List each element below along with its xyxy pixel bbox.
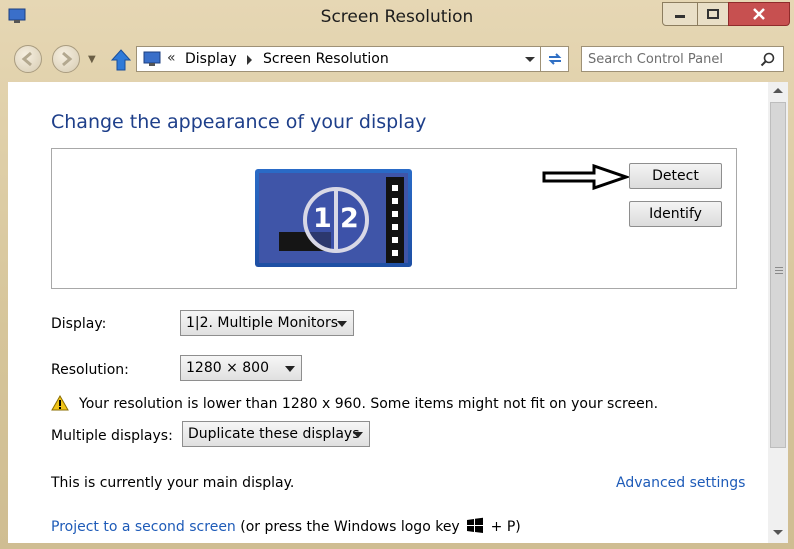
resolution-warning: Your resolution is lower than 1280 x 960… (79, 396, 659, 412)
monitor-preview[interactable]: 1 2 (255, 169, 412, 267)
page-title: Change the appearance of your display (51, 111, 427, 133)
maximize-button[interactable] (697, 2, 729, 26)
recent-pages-dropdown[interactable]: ▼ (88, 54, 96, 65)
breadcrumb-separator[interactable] (247, 55, 252, 65)
display-select[interactable]: 1|2. Multiple Monitors (180, 310, 354, 336)
scroll-down-icon[interactable] (773, 530, 783, 535)
multiple-displays-label: Multiple displays: (51, 428, 173, 444)
resolution-select[interactable]: 1280 × 800 (180, 355, 302, 381)
chevron-down-icon (337, 321, 347, 327)
multiple-displays-select[interactable]: Duplicate these displays (182, 421, 370, 447)
scrollbar-thumb[interactable] (770, 102, 786, 448)
back-icon (21, 51, 32, 67)
up-arrow-icon[interactable] (110, 48, 132, 72)
advanced-settings-link[interactable]: Advanced settings (616, 475, 745, 491)
project-row: Project to a second screen (or press the… (51, 517, 521, 535)
monitor-number-1: 1 (313, 203, 332, 234)
breadcrumb-display[interactable]: Display (185, 51, 237, 67)
minimize-button[interactable] (662, 2, 698, 26)
display-preview: 1 2 Detect Identify (51, 148, 737, 289)
maximize-icon (707, 9, 719, 19)
project-second-screen-link[interactable]: Project to a second screen (51, 519, 236, 535)
vertical-scrollbar[interactable] (768, 82, 788, 543)
multiple-displays-select-value: Duplicate these displays (188, 426, 360, 442)
minimize-icon (675, 15, 685, 18)
breadcrumb-screen-resolution[interactable]: Screen Resolution (263, 51, 389, 67)
display-app-icon (143, 51, 161, 66)
monitor-sidebar (386, 177, 404, 263)
content-pane: Change the appearance of your display 1 … (8, 82, 768, 543)
display-select-value: 1|2. Multiple Monitors (186, 315, 339, 331)
warning-icon (51, 395, 69, 411)
refresh-icon (548, 53, 561, 65)
identify-button[interactable]: Identify (629, 201, 722, 227)
close-button[interactable] (728, 2, 790, 26)
resolution-label: Resolution: (51, 362, 129, 378)
main-display-text: This is currently your main display. (51, 475, 295, 491)
resolution-select-value: 1280 × 800 (186, 360, 269, 376)
project-hint: (or press the Windows logo key (240, 519, 460, 535)
back-button[interactable] (14, 45, 42, 73)
refresh-button[interactable] (541, 46, 569, 72)
windows-logo-icon (467, 517, 484, 533)
arrow-pointer-icon (542, 163, 630, 191)
forward-icon (62, 51, 73, 67)
address-dropdown[interactable] (525, 57, 535, 62)
search-input[interactable] (588, 50, 756, 68)
detect-button[interactable]: Detect (629, 163, 722, 189)
address-bar[interactable]: « Display Screen Resolution (136, 46, 541, 72)
forward-button[interactable] (52, 45, 80, 73)
window-frame: Screen Resolution ▼ « Display Screen Res… (0, 0, 794, 549)
chevron-down-icon (285, 366, 295, 372)
scroll-up-icon[interactable] (773, 88, 783, 93)
display-label: Display: (51, 316, 107, 332)
close-icon (753, 8, 765, 20)
chevron-down-icon (353, 432, 363, 438)
search-icon[interactable] (760, 52, 775, 67)
breadcrumb-overflow[interactable]: « (167, 50, 176, 66)
monitor-number-2: 2 (340, 203, 359, 234)
project-hint-end: + P) (490, 519, 521, 535)
monitor-identifier: 1 2 (303, 187, 369, 253)
search-box[interactable] (581, 46, 784, 72)
